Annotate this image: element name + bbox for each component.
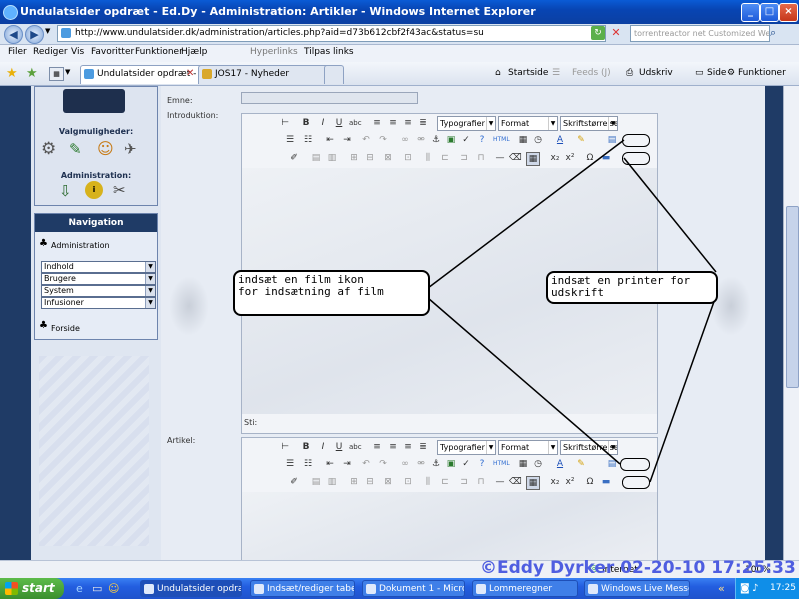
task-label: Undulatsider opdræt ... [157, 584, 241, 594]
printer-pointer-line-top [623, 157, 717, 273]
film-target-oval [622, 134, 650, 147]
film-pointer-line-top [427, 139, 625, 289]
film-callout: indsæt en film ikon for indsætning af fi… [233, 270, 430, 316]
copyright-watermark: ©Eddy Dyrker 02-20-10 17:25:33 [480, 558, 796, 578]
network-tray-icon[interactable]: ◙ [740, 578, 750, 599]
tray-expand-icon[interactable]: « [718, 582, 725, 595]
printer-callout: indsæt en printer for udskrift [546, 271, 718, 304]
film-target-oval [620, 458, 650, 471]
task-window-icon [254, 584, 264, 594]
task-dokument[interactable]: Dokument 1 - Microso... [362, 580, 465, 597]
task-label: Windows Live Messen... [601, 584, 689, 594]
task-tabel[interactable]: Indsæt/rediger tabel ... [250, 580, 355, 597]
taskbar: start e ▭ ☺ Undulatsider opdræt ... Inds… [0, 578, 799, 599]
task-label: Lommeregner [489, 584, 553, 594]
start-label: start [22, 581, 55, 595]
task-ie-icon [144, 584, 154, 594]
task-label: Indsæt/rediger tabel ... [267, 584, 354, 594]
system-tray: ◙ ♪ 17:25 [735, 578, 799, 599]
volume-tray-icon[interactable]: ♪ [752, 578, 758, 599]
film-pointer-line-bottom [427, 297, 621, 465]
film-callout-line-2: for indsætning af film [238, 285, 384, 298]
printer-target-oval [622, 476, 650, 489]
task-undulatsider[interactable]: Undulatsider opdræt ... [140, 580, 242, 597]
clock[interactable]: 17:25 [770, 578, 796, 599]
printer-target-oval [622, 152, 650, 165]
desktop-quicklaunch-icon[interactable]: ▭ [92, 582, 102, 595]
task-calculator-icon [476, 584, 486, 594]
task-word-icon [366, 584, 376, 594]
windows-logo-icon [5, 582, 18, 595]
messenger-quicklaunch-icon[interactable]: ☺ [108, 582, 119, 595]
printer-pointer-line-bottom [649, 295, 717, 483]
task-label: Dokument 1 - Microso... [379, 584, 465, 594]
task-messenger-icon [588, 584, 598, 594]
printer-callout-line-2: udskrift [551, 286, 604, 299]
start-button[interactable]: start [0, 578, 64, 599]
ie-quicklaunch-icon[interactable]: e [76, 582, 83, 595]
task-messenger[interactable]: Windows Live Messen... [584, 580, 690, 597]
task-lommeregner[interactable]: Lommeregner [472, 580, 578, 597]
